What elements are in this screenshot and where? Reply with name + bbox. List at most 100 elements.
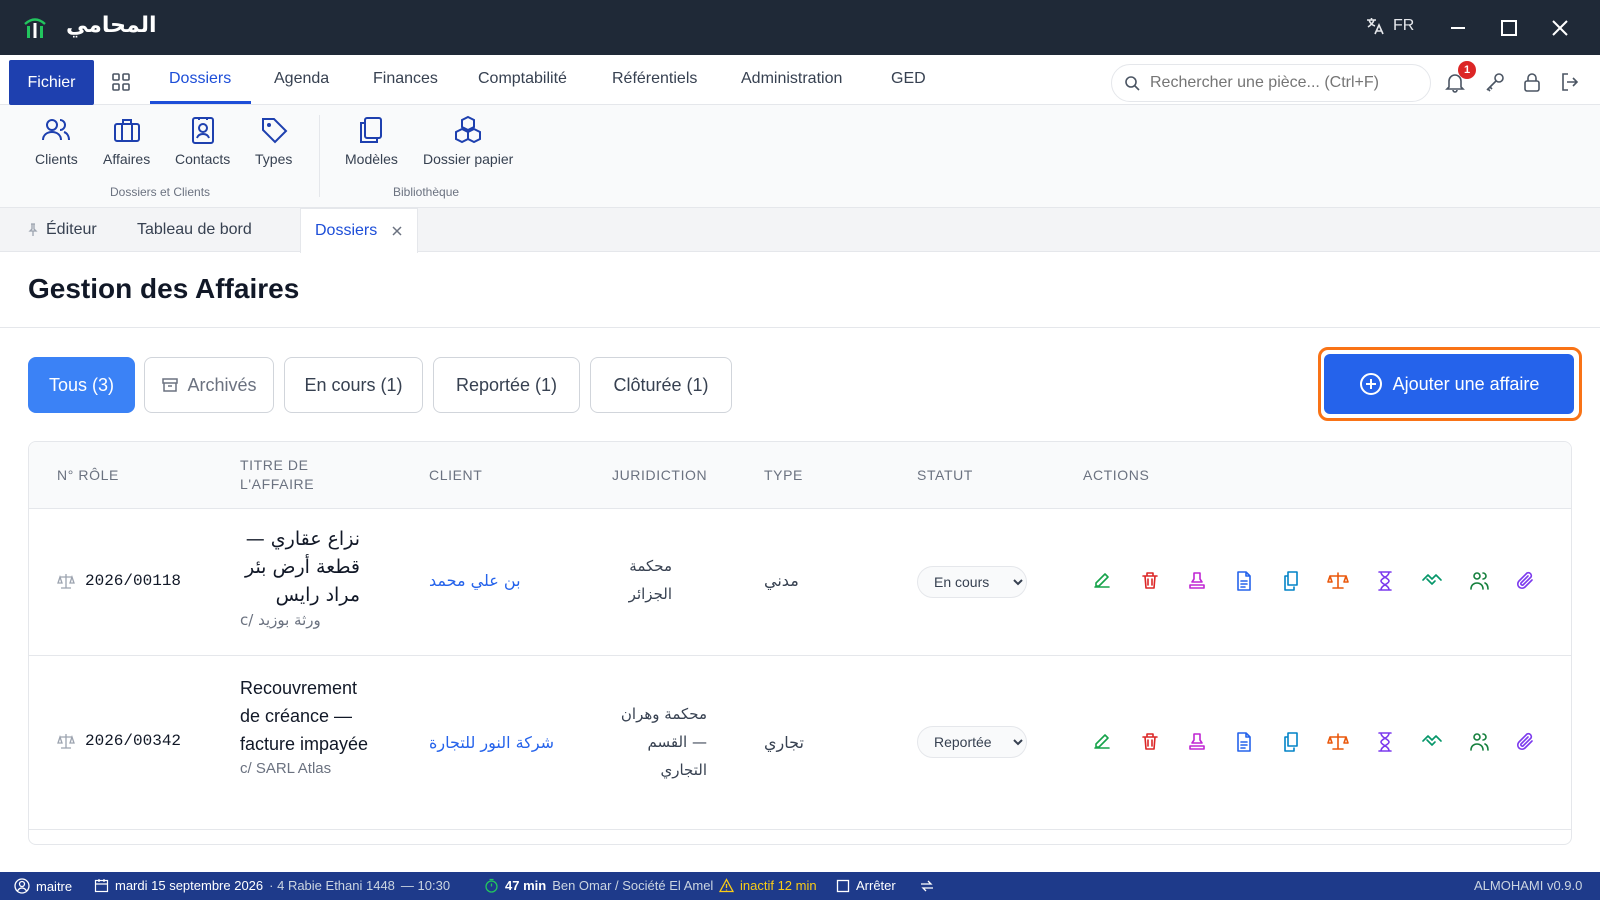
- tab-tableau-de-bord[interactable]: Tableau de bord: [137, 208, 252, 252]
- search-icon: [1125, 76, 1140, 91]
- ribbon-clients-button[interactable]: Clients: [35, 115, 78, 167]
- close-icon: [1552, 20, 1568, 36]
- filter-all-button[interactable]: Tous (3): [28, 357, 135, 413]
- sync-button[interactable]: [919, 878, 935, 894]
- sync-icon: [921, 880, 933, 892]
- trash-icon[interactable]: [1139, 570, 1161, 592]
- users-icon[interactable]: [1468, 570, 1490, 592]
- users-icon: [42, 119, 71, 141]
- language-switch[interactable]: FR: [1365, 16, 1414, 36]
- hourglass-icon[interactable]: [1374, 731, 1396, 753]
- paperclip-icon[interactable]: [1515, 570, 1537, 592]
- menu-finances[interactable]: Finances: [373, 70, 438, 88]
- lock-icon[interactable]: [1521, 71, 1543, 93]
- menu-comptabilite[interactable]: Comptabilité: [478, 70, 567, 88]
- handshake-icon[interactable]: [1421, 731, 1443, 753]
- ribbon-label: Clients: [35, 151, 78, 167]
- case-title-cell: Recouvrement de créance — facture impayé…: [240, 674, 370, 777]
- table-header: N° RÔLE TITRE DE L'AFFAIRE CLIENT JURIDI…: [29, 442, 1571, 509]
- boxes-icon: [455, 115, 482, 144]
- copy-documents-icon: [360, 117, 383, 143]
- status-date: mardi 15 septembre 2026 · 4 Rabie Ethani…: [94, 878, 450, 893]
- ribbon-dossier-papier-button[interactable]: Dossier papier: [423, 115, 513, 167]
- column-header-title-line1: TITRE DE: [240, 457, 309, 473]
- tab-dossiers[interactable]: Dossiers: [300, 208, 419, 253]
- hijri-date: · 4 Rabie Ethani 1448: [269, 878, 395, 893]
- maximize-button[interactable]: [1493, 12, 1525, 44]
- column-header-actions: ACTIONS: [1083, 467, 1150, 483]
- time-text: — 10:30: [400, 878, 451, 893]
- minimize-button[interactable]: [1442, 12, 1474, 44]
- ribbon-label: Contacts: [175, 151, 231, 167]
- ribbon-contacts-button[interactable]: Contacts: [175, 115, 230, 167]
- app-version: ALMOHAMI v0.9.0: [1474, 878, 1583, 893]
- users-icon[interactable]: [1468, 731, 1490, 753]
- archive-icon: [162, 378, 179, 392]
- case-opponent: c/ SARL Atlas: [240, 760, 332, 777]
- menu-agenda[interactable]: Agenda: [274, 70, 329, 88]
- ribbon-affaires-button[interactable]: Affaires: [103, 115, 150, 167]
- contact-card-icon: [191, 117, 214, 144]
- ribbon-modeles-button[interactable]: Modèles: [345, 115, 398, 167]
- add-case-label: Ajouter une affaire: [1392, 373, 1540, 394]
- menu-administration[interactable]: Administration: [741, 70, 842, 88]
- search-input[interactable]: [1150, 74, 1420, 92]
- scales-icon[interactable]: [1327, 731, 1349, 753]
- briefcase-icon: [113, 119, 140, 142]
- search-box[interactable]: [1111, 64, 1431, 102]
- column-header-client: CLIENT: [429, 467, 483, 483]
- plus-circle-icon: [1359, 373, 1382, 395]
- filter-postponed-button[interactable]: Reportée (1): [433, 357, 580, 413]
- trash-icon[interactable]: [1139, 731, 1161, 753]
- document-icon[interactable]: [1233, 570, 1255, 592]
- ribbon-label: Types: [255, 151, 293, 167]
- stop-timer-button[interactable]: Arrêter: [836, 878, 896, 893]
- tab-editeur[interactable]: Éditeur: [26, 208, 97, 252]
- filter-archived-button[interactable]: Archivés: [144, 357, 274, 413]
- timer-value: 47 min: [505, 878, 547, 893]
- apps-grid-icon[interactable]: [110, 71, 132, 93]
- ribbon-separator: [319, 115, 320, 197]
- type-cell: تجاري: [764, 733, 804, 752]
- duplicate-icon[interactable]: [1280, 731, 1302, 753]
- case-title: نزاع عقاري — قطعة أرض بئر مراد رايس: [244, 528, 360, 606]
- logout-icon[interactable]: [1559, 71, 1581, 93]
- filter-label: Archivés: [187, 374, 257, 395]
- edit-icon[interactable]: [1092, 731, 1114, 753]
- menu-referentiels[interactable]: Référentiels: [612, 70, 697, 88]
- stamp-icon[interactable]: [1186, 731, 1208, 753]
- timer-context: Ben Omar / Société El Amel: [552, 878, 714, 893]
- inactive-text: inactif 12 min: [740, 878, 817, 893]
- case-opponent: c/ ورثة بوزيد: [240, 611, 321, 629]
- menu-dossiers[interactable]: Dossiers: [169, 70, 231, 88]
- edit-icon[interactable]: [1092, 570, 1114, 592]
- key-icon[interactable]: [1484, 71, 1506, 93]
- minimize-icon: [1451, 27, 1465, 29]
- role-number: 2026/00342: [85, 732, 182, 750]
- duplicate-icon[interactable]: [1280, 570, 1302, 592]
- client-link[interactable]: بن علي محمد: [429, 571, 521, 590]
- paperclip-icon[interactable]: [1515, 731, 1537, 753]
- filter-closed-button[interactable]: Clôturée (1): [590, 357, 732, 413]
- divider: [0, 327, 1600, 328]
- jurisdiction-cell: محكمة الجزائر: [628, 557, 672, 603]
- menu-fichier[interactable]: Fichier: [9, 60, 94, 105]
- add-case-button[interactable]: Ajouter une affaire: [1324, 354, 1574, 414]
- date-text: mardi 15 septembre 2026: [115, 878, 264, 893]
- hourglass-icon[interactable]: [1374, 570, 1396, 592]
- stamp-icon[interactable]: [1186, 570, 1208, 592]
- client-link[interactable]: شركة النور للتجارة: [429, 733, 554, 752]
- ribbon-types-button[interactable]: Types: [255, 115, 292, 167]
- close-window-button[interactable]: [1544, 12, 1576, 44]
- role-number-cell: 2026/00118: [57, 572, 181, 590]
- status-user: maitre: [14, 878, 72, 894]
- close-tab-icon[interactable]: [391, 225, 403, 237]
- menu-ged[interactable]: GED: [891, 70, 926, 88]
- handshake-icon[interactable]: [1421, 570, 1443, 592]
- document-icon[interactable]: [1233, 731, 1255, 753]
- status-select[interactable]: Reportée: [917, 726, 1027, 758]
- app-logo-icon: [24, 18, 46, 38]
- status-select[interactable]: En cours: [917, 566, 1027, 598]
- filter-in-progress-button[interactable]: En cours (1): [284, 357, 423, 413]
- scales-icon[interactable]: [1327, 570, 1349, 592]
